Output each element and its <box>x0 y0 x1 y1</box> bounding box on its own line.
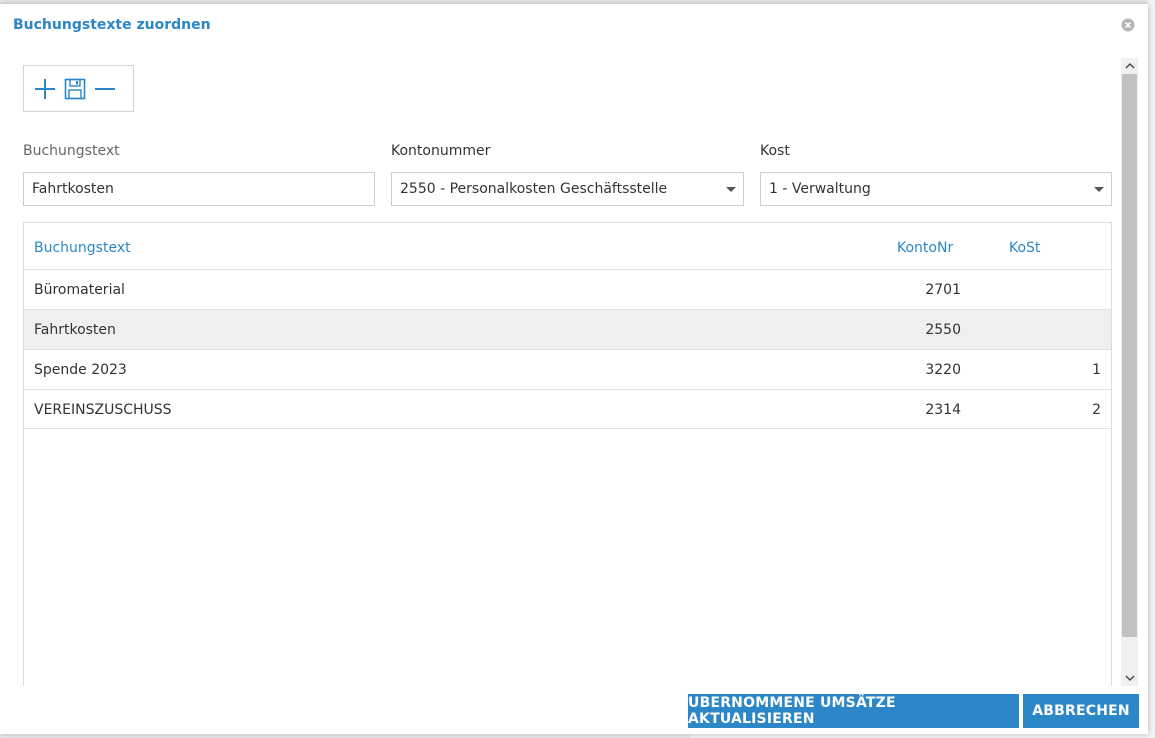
kost-select[interactable]: 1 - Verwaltung <box>760 172 1112 206</box>
buchungstext-label: Buchungstext <box>23 143 120 159</box>
cell-buchungstext: VEREINSZUSCHUSS <box>34 402 172 418</box>
scroll-down-button[interactable] <box>1121 670 1138 686</box>
buchungstext-table: Buchungstext KontoNr KoSt Büromaterial 2… <box>23 222 1112 686</box>
cell-kost: 1 <box>1092 362 1101 378</box>
remove-button[interactable] <box>92 76 118 102</box>
table-row-selected[interactable]: Fahrtkosten 2550 <box>24 309 1111 349</box>
kontonummer-select[interactable]: 2550 - Personalkosten Geschäftsstelle <box>391 172 744 206</box>
table-row[interactable]: Spende 2023 3220 1 <box>24 349 1111 389</box>
kost-selected-value: 1 - Verwaltung <box>769 181 871 197</box>
cell-buchungstext: Spende 2023 <box>34 362 127 378</box>
cell-buchungstext: Büromaterial <box>34 282 125 298</box>
cell-kontonr: 2314 <box>925 402 961 418</box>
minus-icon <box>95 87 115 90</box>
chevron-down-icon <box>1094 187 1104 192</box>
background-page-edge <box>1148 0 1155 738</box>
kontonummer-label: Kontonummer <box>391 143 491 159</box>
kost-label: Kost <box>760 143 790 159</box>
cell-kontonr: 3220 <box>925 362 961 378</box>
table-row[interactable]: Büromaterial 2701 <box>24 269 1111 309</box>
column-header-kontonr[interactable]: KontoNr <box>897 240 953 256</box>
kontonummer-selected-value: 2550 - Personalkosten Geschäftsstelle <box>400 181 668 197</box>
column-header-buchungstext[interactable]: Buchungstext <box>34 240 131 256</box>
update-transactions-button[interactable]: UBERNOMMENE UMSÄTZE AKTUALISIEREN <box>688 694 1019 728</box>
cell-buchungstext: Fahrtkosten <box>34 322 116 338</box>
dialog-title: Buchungstexte zuordnen <box>13 17 211 33</box>
cancel-button[interactable]: ABBRECHEN <box>1023 694 1139 728</box>
save-icon <box>64 78 86 99</box>
dialog: Buchungstexte zuordnen Buchungstext Kont… <box>0 4 1148 734</box>
vertical-scrollbar[interactable] <box>1121 58 1138 686</box>
buchungstext-input[interactable] <box>32 181 366 197</box>
table-row[interactable]: VEREINSZUSCHUSS 2314 2 <box>24 389 1111 429</box>
chevron-down-icon <box>726 187 736 192</box>
plus-icon <box>35 78 55 99</box>
scroll-up-button[interactable] <box>1121 58 1138 74</box>
cell-kontonr: 2701 <box>925 282 961 298</box>
close-icon[interactable] <box>1121 18 1135 32</box>
add-button[interactable] <box>32 76 58 102</box>
scrollbar-thumb[interactable] <box>1122 74 1137 637</box>
cell-kontonr: 2550 <box>925 322 961 338</box>
column-header-kost[interactable]: KoSt <box>1009 240 1040 256</box>
buchungstext-field-wrapper <box>23 172 375 206</box>
toolbar <box>23 65 134 112</box>
save-button[interactable] <box>62 76 88 102</box>
chevron-down-icon <box>1125 675 1134 681</box>
chevron-up-icon <box>1125 63 1134 69</box>
cell-kost: 2 <box>1092 402 1101 418</box>
